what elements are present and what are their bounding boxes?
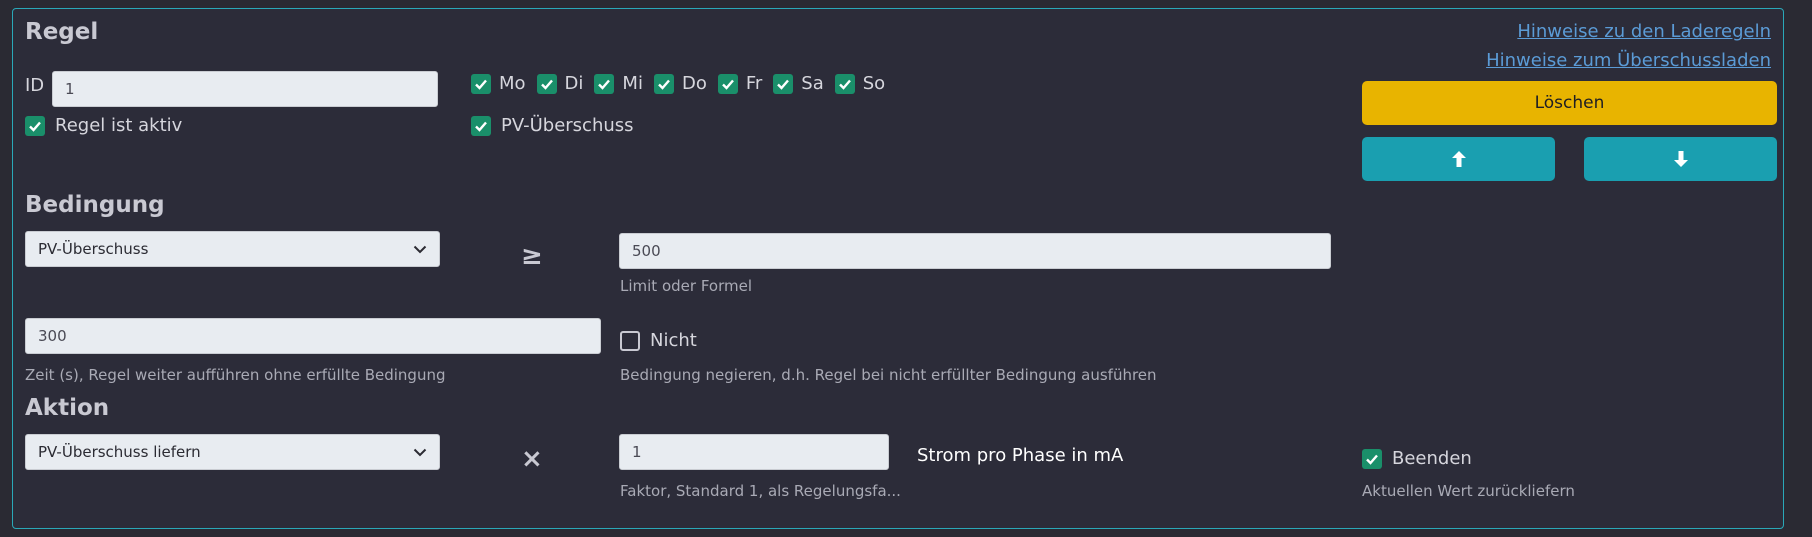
check-icon <box>471 73 491 94</box>
arrow-down-icon <box>1673 151 1688 167</box>
check-icon <box>717 73 738 94</box>
end-checkbox[interactable]: Beenden <box>1362 448 1472 469</box>
day-so[interactable]: So <box>834 73 885 94</box>
day-fr[interactable]: Fr <box>717 73 762 94</box>
section-title-regel: Regel <box>25 19 99 45</box>
limit-help: Limit oder Formel <box>620 277 752 295</box>
day-mo[interactable]: Mo <box>471 73 526 94</box>
weekday-checkboxes: Mo Di Mi Do Fr Sa So <box>471 73 885 94</box>
check-icon <box>25 115 45 136</box>
move-up-button[interactable] <box>1362 137 1555 181</box>
chevron-down-icon <box>413 448 427 456</box>
operator-multiply: × <box>521 444 543 474</box>
time-help: Zeit (s), Regel weiter aufführen ohne er… <box>25 366 446 384</box>
check-icon <box>653 73 674 94</box>
action-type-select[interactable]: PV-Überschuss liefern <box>25 434 440 470</box>
day-di[interactable]: Di <box>536 73 583 94</box>
end-help: Aktuellen Wert zurückliefern <box>1362 482 1575 500</box>
id-input[interactable]: 1 <box>52 71 438 107</box>
checkbox-unchecked-icon <box>620 330 640 351</box>
id-label: ID <box>25 75 45 96</box>
check-icon <box>536 73 557 94</box>
check-icon <box>471 115 491 136</box>
link-laderegeln[interactable]: Hinweise zu den Laderegeln <box>1517 21 1771 42</box>
negate-checkbox[interactable]: Nicht <box>620 330 697 351</box>
operator-greater-equal: ≥ <box>521 241 543 271</box>
check-icon <box>1362 448 1382 469</box>
rule-active-checkbox[interactable]: Regel ist aktiv <box>25 115 182 136</box>
day-do[interactable]: Do <box>653 73 707 94</box>
chevron-down-icon <box>413 245 427 253</box>
section-title-bedingung: Bedingung <box>25 192 165 218</box>
day-mi[interactable]: Mi <box>594 73 643 94</box>
factor-help: Faktor, Standard 1, als Regelungsfa... <box>620 482 901 500</box>
condition-type-select[interactable]: PV-Überschuss <box>25 231 440 267</box>
limit-input[interactable]: 500 <box>619 233 1331 269</box>
check-icon <box>773 73 794 94</box>
unit-label: Strom pro Phase in mA <box>917 445 1124 466</box>
day-sa[interactable]: Sa <box>773 73 824 94</box>
arrow-up-icon <box>1451 151 1466 167</box>
negate-help: Bedingung negieren, d.h. Regel bei nicht… <box>620 366 1157 384</box>
link-ueberschussladen[interactable]: Hinweise zum Überschussladen <box>1486 50 1771 71</box>
check-icon <box>834 73 855 94</box>
section-title-aktion: Aktion <box>25 395 110 421</box>
rule-card: Regel Hinweise zu den Laderegeln Hinweis… <box>12 8 1784 529</box>
time-input[interactable]: 300 <box>25 318 601 354</box>
pv-surplus-checkbox[interactable]: PV-Überschuss <box>471 115 634 136</box>
factor-input[interactable]: 1 <box>619 434 889 470</box>
move-down-button[interactable] <box>1584 137 1777 181</box>
delete-button[interactable]: Löschen <box>1362 81 1777 125</box>
check-icon <box>594 73 615 94</box>
